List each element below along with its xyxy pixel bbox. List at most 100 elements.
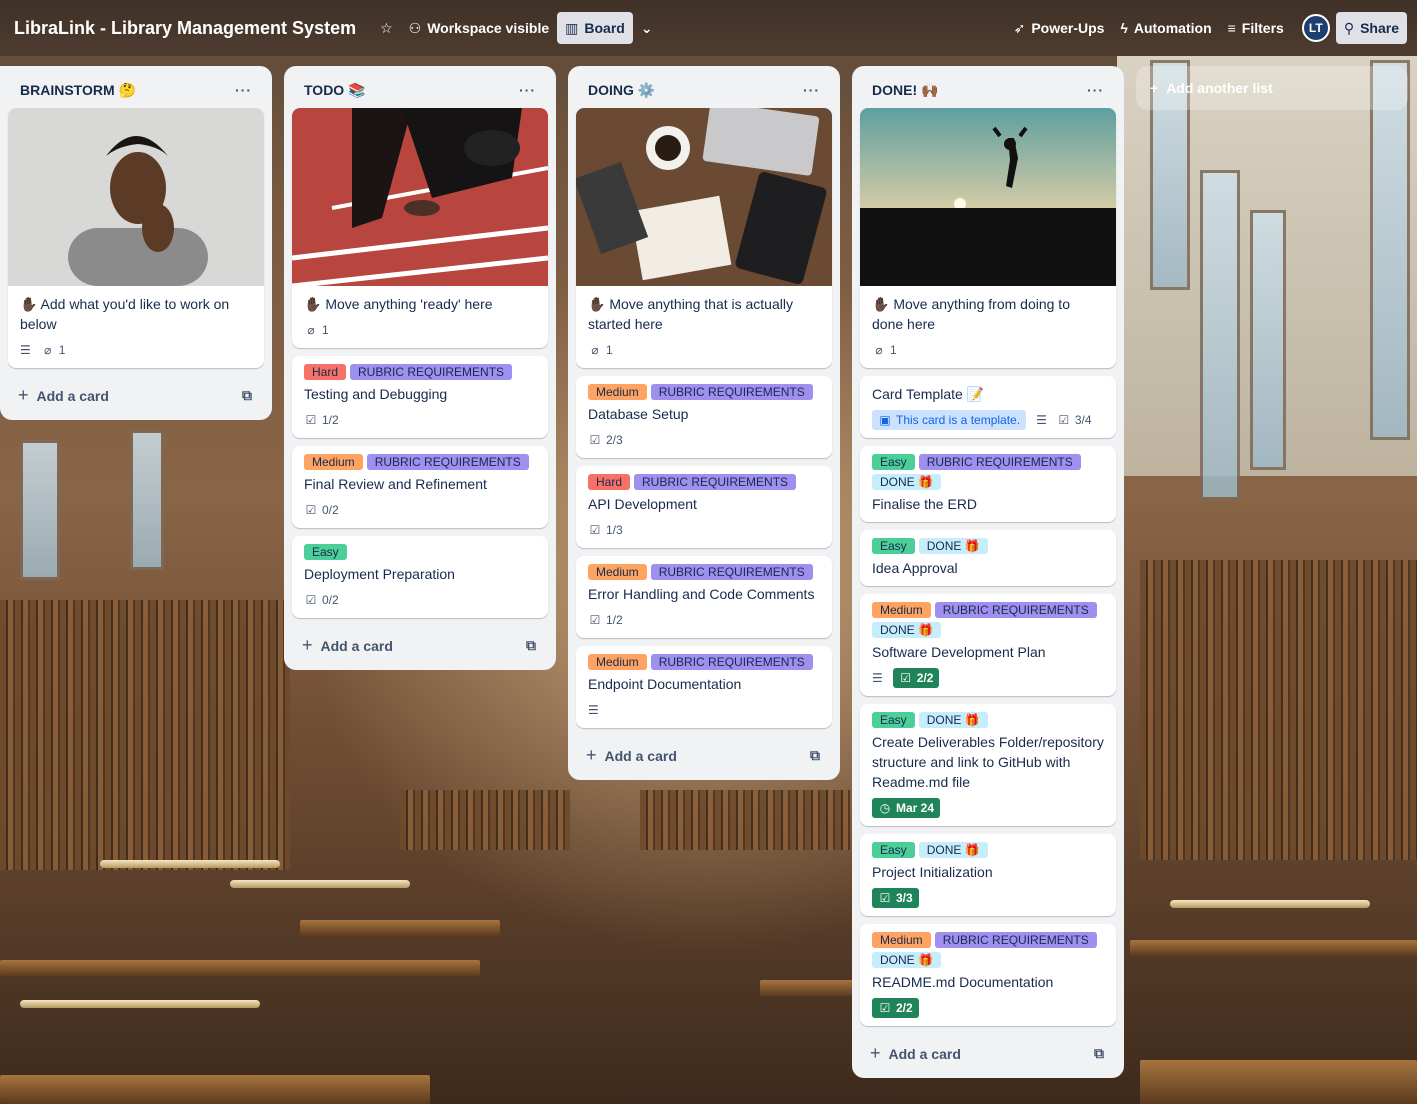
visibility-button[interactable]: ⚇ Workspace visible [401,12,557,44]
card-label[interactable]: Medium [588,384,647,400]
list-header[interactable]: DOING ⚙️ ··· [576,74,832,108]
visibility-label: Workspace visible [427,20,550,36]
card[interactable]: Easy DONE 🎁 Create Deliverables Folder/rep… [860,704,1116,826]
card-title: Project Initialization [872,864,993,880]
card-label[interactable]: Medium [588,564,647,580]
card[interactable]: Easy RUBRIC REQUIREMENTS DONE 🎁 Finalise th… [860,446,1116,522]
card-label[interactable]: DONE 🎁 [872,474,941,490]
list-menu-icon[interactable]: ··· [803,82,820,98]
card-label[interactable]: Hard [588,474,631,490]
card[interactable]: Hard RUBRIC REQUIREMENTS API Development ☑ 1… [576,466,832,548]
card[interactable]: Medium RUBRIC REQUIREMENTS Final Review an… [292,446,548,528]
paperclip-icon: ⌀ [591,343,599,357]
card[interactable]: Medium RUBRIC REQUIREMENTS Database Setup ☑… [576,376,832,458]
card-body: Easy DONE 🎁 Project Initialization ☑ 3/3 [860,834,1116,916]
create-from-template-icon[interactable]: ⧉ [526,637,536,654]
list-title[interactable]: DONE! 🙌🏾 [872,82,938,99]
view-board-button[interactable]: ▥ Board [557,12,633,44]
list-done[interactable]: DONE! 🙌🏾 ··· ✋🏿 Move anything from doing t… [852,66,1124,1078]
list-doing[interactable]: DOING ⚙️ ··· ✋🏿 Move anything that is actu… [568,66,840,780]
list-menu-icon[interactable]: ··· [1087,82,1104,98]
card-title: ✋🏿 Add what you'd like to work on below [20,296,230,332]
create-from-template-icon[interactable]: ⧉ [242,387,252,404]
plus-icon: + [870,1042,881,1063]
card-label[interactable]: DONE 🎁 [918,842,988,858]
list-header[interactable]: BRAINSTORM 🤔 ··· [8,74,264,108]
card-label[interactable]: RUBRIC REQUIREMENTS [934,932,1097,948]
card-label[interactable]: Medium [304,454,363,470]
card-label[interactable]: Easy [872,712,915,728]
card-body: ✋🏿 Move anything from doing to done here… [860,286,1116,368]
list-title[interactable]: BRAINSTORM 🤔 [20,82,136,99]
checkbox-icon: ☑ [879,891,891,905]
card-label[interactable]: RUBRIC REQUIREMENTS [650,564,813,580]
card-label[interactable]: RUBRIC REQUIREMENTS [366,454,529,470]
card-label[interactable]: RUBRIC REQUIREMENTS [350,364,513,380]
avatar[interactable]: LT [1301,14,1330,42]
card-label[interactable]: RUBRIC REQUIREMENTS [650,384,813,400]
card[interactable]: Card Template 📝 ▣ This card is a template.… [860,376,1116,438]
list-menu-icon[interactable]: ··· [519,82,536,98]
card[interactable]: Medium RUBRIC REQUIREMENTS Endpoint Docume… [576,646,832,728]
add-card-button[interactable]: + Add a card ⧉ [8,376,264,412]
due-date-badge[interactable]: ◷ Mar 24 [872,798,941,818]
add-card-label: Add a card [320,637,393,654]
add-list-button[interactable]: + Add another list [1136,66,1408,110]
card-label[interactable]: Easy [304,544,347,560]
list-header[interactable]: DONE! 🙌🏾 ··· [860,74,1116,108]
card[interactable]: Easy DONE 🎁 Idea Approval [860,530,1116,586]
card-label[interactable]: Medium [872,602,931,618]
card-label[interactable]: DONE 🎁 [918,538,988,554]
card-label[interactable]: DONE 🎁 [872,622,941,638]
card[interactable]: Hard RUBRIC REQUIREMENTS Testing and Debug… [292,356,548,438]
card-label[interactable]: Medium [872,932,931,948]
attachments-count: 1 [322,323,329,337]
board-title[interactable]: LibraLink - Library Management System [14,18,356,39]
board-canvas: BRAINSTORM 🤔 ··· ✋🏿 Add what you'd like to… [0,66,1408,1078]
card-labels: Medium RUBRIC REQUIREMENTS DONE 🎁 [872,932,1104,968]
card[interactable]: Easy DONE 🎁 Project Initialization ☑ 3/3 [860,834,1116,916]
checkbox-icon: ☑ [589,613,601,627]
card-label[interactable]: Easy [872,454,915,470]
card-label[interactable]: RUBRIC REQUIREMENTS [650,654,813,670]
card-label[interactable]: Hard [304,364,347,380]
create-from-template-icon[interactable]: ⧉ [810,747,820,764]
powerups-button[interactable]: ➶ Power-Ups [1006,12,1113,44]
list-brainstorm[interactable]: BRAINSTORM 🤔 ··· ✋🏿 Add what you'd like to… [0,66,272,420]
add-card-button[interactable]: + Add a card ⧉ [576,736,832,772]
view-switcher-button[interactable]: ⌄ [633,12,661,44]
filters-button[interactable]: ≡ Filters [1220,12,1292,44]
attachments-count: 1 [890,343,897,357]
list-title[interactable]: DOING ⚙️ [588,82,655,99]
checkbox-icon: ☑ [305,413,317,427]
list-header[interactable]: TODO 📚 ··· [292,74,548,108]
card[interactable]: Medium RUBRIC REQUIREMENTS DONE 🎁 Software … [860,594,1116,696]
card[interactable]: ✋🏿 Add what you'd like to work on below ☰… [8,108,264,368]
list-todo[interactable]: TODO 📚 ··· ✋🏿 Move anything 'ready' here ⌀ 1… [284,66,556,670]
create-from-template-icon[interactable]: ⧉ [1094,1045,1104,1062]
card-label[interactable]: Easy [872,538,915,554]
card[interactable]: Medium RUBRIC REQUIREMENTS DONE 🎁 README.md… [860,924,1116,1026]
automation-button[interactable]: ϟ Automation [1112,12,1219,44]
list-menu-icon[interactable]: ··· [235,82,252,98]
card-label[interactable]: Easy [872,842,915,858]
cover-image-desk [576,108,832,286]
star-button[interactable]: ☆ [372,12,401,44]
card-label[interactable]: DONE 🎁 [918,712,988,728]
card-label[interactable]: RUBRIC REQUIREMENTS [918,454,1081,470]
add-card-button[interactable]: + Add a card ⧉ [860,1034,1116,1070]
add-card-button[interactable]: + Add a card ⧉ [292,626,548,662]
card[interactable]: Medium RUBRIC REQUIREMENTS Error Handling … [576,556,832,638]
list-title[interactable]: TODO 📚 [304,82,366,99]
share-button[interactable]: ⚲ Share [1335,12,1407,44]
card-label[interactable]: Medium [588,654,647,670]
card-label[interactable]: RUBRIC REQUIREMENTS [634,474,797,490]
card[interactable]: ✋🏿 Move anything from doing to done here… [860,108,1116,368]
checklist-count: 1/2 [606,613,623,627]
card-label[interactable]: DONE 🎁 [872,952,941,968]
card[interactable]: ✋🏿 Move anything 'ready' here ⌀ 1 [292,108,548,348]
card[interactable]: Easy Deployment Preparation ☑ 0/2 [292,536,548,618]
star-icon: ☆ [380,19,393,36]
card[interactable]: ✋🏿 Move anything that is actually starte… [576,108,832,368]
card-label[interactable]: RUBRIC REQUIREMENTS [934,602,1097,618]
